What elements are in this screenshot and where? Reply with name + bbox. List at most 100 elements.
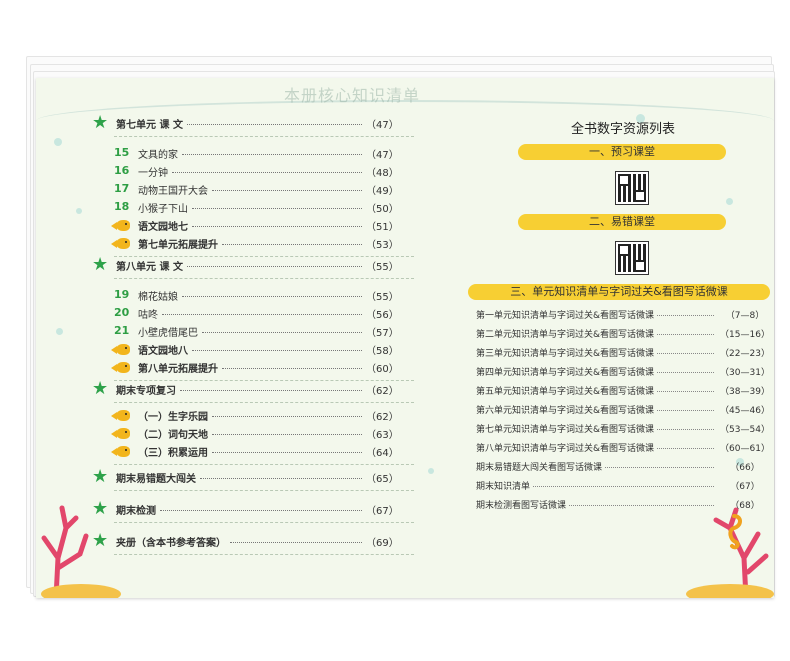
leader-dots — [186, 258, 362, 267]
lesson-number: 20 — [114, 306, 130, 319]
leader-dots — [160, 502, 362, 511]
toc-page-number: （69） — [366, 538, 399, 549]
toc-page-number: （48） — [366, 168, 399, 179]
leader-dots — [657, 365, 714, 373]
toc-row[interactable]: ★ 第七单元 课 文 （47） — [36, 114, 436, 132]
divider — [114, 522, 414, 523]
bubble — [54, 138, 62, 146]
resource-row[interactable]: 第一单元知识清单与字词过关&看图写话微课 （7—8） — [476, 308, 774, 322]
seahorse-icon — [728, 514, 742, 550]
toc-page-number: （47） — [366, 150, 399, 161]
resource-page-range: （22—23） — [720, 349, 770, 359]
toc-row[interactable]: （一）生字乐园 （62） — [36, 408, 436, 424]
leader-dots — [182, 146, 362, 155]
toc-row[interactable]: 17 动物王国开大会 （49） — [36, 182, 436, 198]
toc-label: 第八单元 课 文 — [116, 262, 183, 273]
fish-icon — [111, 410, 130, 421]
resource-label: 第一单元知识清单与字词过关&看图写话微课 — [476, 311, 655, 321]
toc-row[interactable]: （三）积累运用 （64） — [36, 444, 436, 460]
toc-label: 文具的家 — [138, 150, 178, 161]
resource-row[interactable]: 第六单元知识清单与字词过关&看图写话微课 （45—46） — [476, 403, 774, 417]
leader-dots — [657, 327, 714, 335]
toc-page-number: （64） — [366, 448, 399, 459]
toc-page-number: （55） — [366, 292, 399, 303]
resource-page-range: （53—54） — [720, 425, 770, 435]
resource-row[interactable]: 第八单元知识清单与字词过关&看图写话微课 （60—61） — [476, 441, 774, 455]
leader-dots — [657, 422, 714, 430]
resource-row[interactable]: 第二单元知识清单与字词过关&看图写话微课 （15—16） — [476, 327, 774, 341]
leader-dots — [162, 306, 362, 315]
toc-row[interactable]: 15 文具的家 （47） — [36, 146, 436, 162]
resource-label: 第四单元知识清单与字词过关&看图写话微课 — [476, 368, 655, 378]
toc-label: （一）生字乐园 — [138, 412, 208, 423]
qr-code-icon[interactable] — [615, 171, 649, 205]
toc-label: 第七单元拓展提升 — [138, 240, 218, 251]
toc-row[interactable]: 语文园地八 （58） — [36, 342, 436, 358]
toc-row[interactable]: ★ 期末专项复习 （62） — [36, 378, 436, 399]
divider — [114, 490, 414, 491]
resource-label: 第七单元知识清单与字词过关&看图写话微课 — [476, 425, 655, 435]
starfish-icon: ★ — [92, 378, 109, 399]
leader-dots — [533, 479, 714, 487]
toc-page-number: （63） — [366, 430, 399, 441]
book-page: 本册核心知识清单 ★ 第七单元 课 文 （47） 15 文具的家 （47） 16 一分钟 （48… — [36, 78, 774, 598]
fish-icon — [111, 238, 130, 249]
toc-row[interactable]: 16 一分钟 （48） — [36, 164, 436, 180]
toc-row[interactable]: 第八单元拓展提升 （60） — [36, 360, 436, 376]
toc-row[interactable]: 第七单元拓展提升 （53） — [36, 236, 436, 252]
resource-row[interactable]: 期末知识清单 （67） — [476, 479, 774, 493]
toc-label: （三）积累运用 — [138, 448, 208, 459]
toc-row[interactable]: 20 咕咚 （56） — [36, 306, 436, 322]
divider — [114, 380, 414, 381]
divider — [114, 278, 414, 279]
toc-label: 棉花姑娘 — [138, 292, 178, 303]
toc-page-number: （50） — [366, 204, 399, 215]
starfish-icon: ★ — [92, 254, 109, 275]
divider — [114, 256, 414, 257]
resource-row[interactable]: 期末易错题大闯关看图写话微课 （66） — [476, 460, 774, 474]
resource-label: 第二单元知识清单与字词过关&看图写话微课 — [476, 330, 655, 340]
qr-code-icon[interactable] — [615, 241, 649, 275]
toc-row[interactable]: ★ 期末易错题大闯关 （65） — [36, 466, 436, 487]
toc-label: （二）词句天地 — [138, 430, 208, 441]
leader-dots — [182, 288, 362, 297]
leader-dots — [212, 426, 362, 435]
starfish-icon: ★ — [92, 466, 109, 487]
resource-label: 期末检测看图写话微课 — [476, 501, 567, 511]
leader-dots — [657, 403, 714, 411]
toc-label: 小壁虎借尾巴 — [138, 328, 198, 339]
toc-page-number: （60） — [366, 364, 399, 375]
leader-dots — [200, 470, 362, 479]
toc-label: 期末专项复习 — [116, 386, 176, 397]
toc-page-number: （62） — [366, 412, 399, 423]
resource-label: 期末知识清单 — [476, 482, 531, 492]
resource-label: 第六单元知识清单与字词过关&看图写话微课 — [476, 406, 655, 416]
resource-row[interactable]: 第七单元知识清单与字词过关&看图写话微课 （53—54） — [476, 422, 774, 436]
resources-title: 全书数字资源列表 — [570, 122, 675, 137]
resource-label: 第五单元知识清单与字词过关&看图写话微课 — [476, 387, 655, 397]
toc-row[interactable]: 18 小猴子下山 （50） — [36, 200, 436, 216]
leader-dots — [172, 164, 362, 173]
lesson-number: 15 — [114, 146, 130, 159]
toc-label: 小猴子下山 — [138, 204, 188, 215]
banner-preview-class: 一、预习课堂 — [518, 144, 726, 160]
toc-row[interactable]: ★ 第八单元 课 文 （55） — [36, 254, 436, 275]
toc-label: 语文园地八 — [138, 346, 188, 357]
toc-label: 语文园地七 — [138, 222, 188, 233]
leader-dots — [657, 384, 714, 392]
toc-page-number: （51） — [366, 222, 399, 233]
resource-row[interactable]: 第四单元知识清单与字词过关&看图写话微课 （30—31） — [476, 365, 774, 379]
coral-icon — [41, 505, 121, 598]
toc-page-number: （49） — [366, 186, 399, 197]
toc-row[interactable]: （二）词句天地 （63） — [36, 426, 436, 442]
toc-page-number: （56） — [366, 310, 399, 321]
resource-row[interactable]: 第三单元知识清单与字词过关&看图写话微课 （22—23） — [476, 346, 774, 360]
fish-icon — [111, 220, 130, 231]
toc-page-number: （55） — [366, 262, 399, 273]
toc-row[interactable]: 21 小壁虎借尾巴 （57） — [36, 324, 436, 340]
toc-row[interactable]: 19 棉花姑娘 （55） — [36, 288, 436, 304]
leader-dots — [192, 200, 362, 209]
divider — [114, 402, 414, 403]
resource-row[interactable]: 第五单元知识清单与字词过关&看图写话微课 （38—39） — [476, 384, 774, 398]
toc-row[interactable]: 语文园地七 （51） — [36, 218, 436, 234]
